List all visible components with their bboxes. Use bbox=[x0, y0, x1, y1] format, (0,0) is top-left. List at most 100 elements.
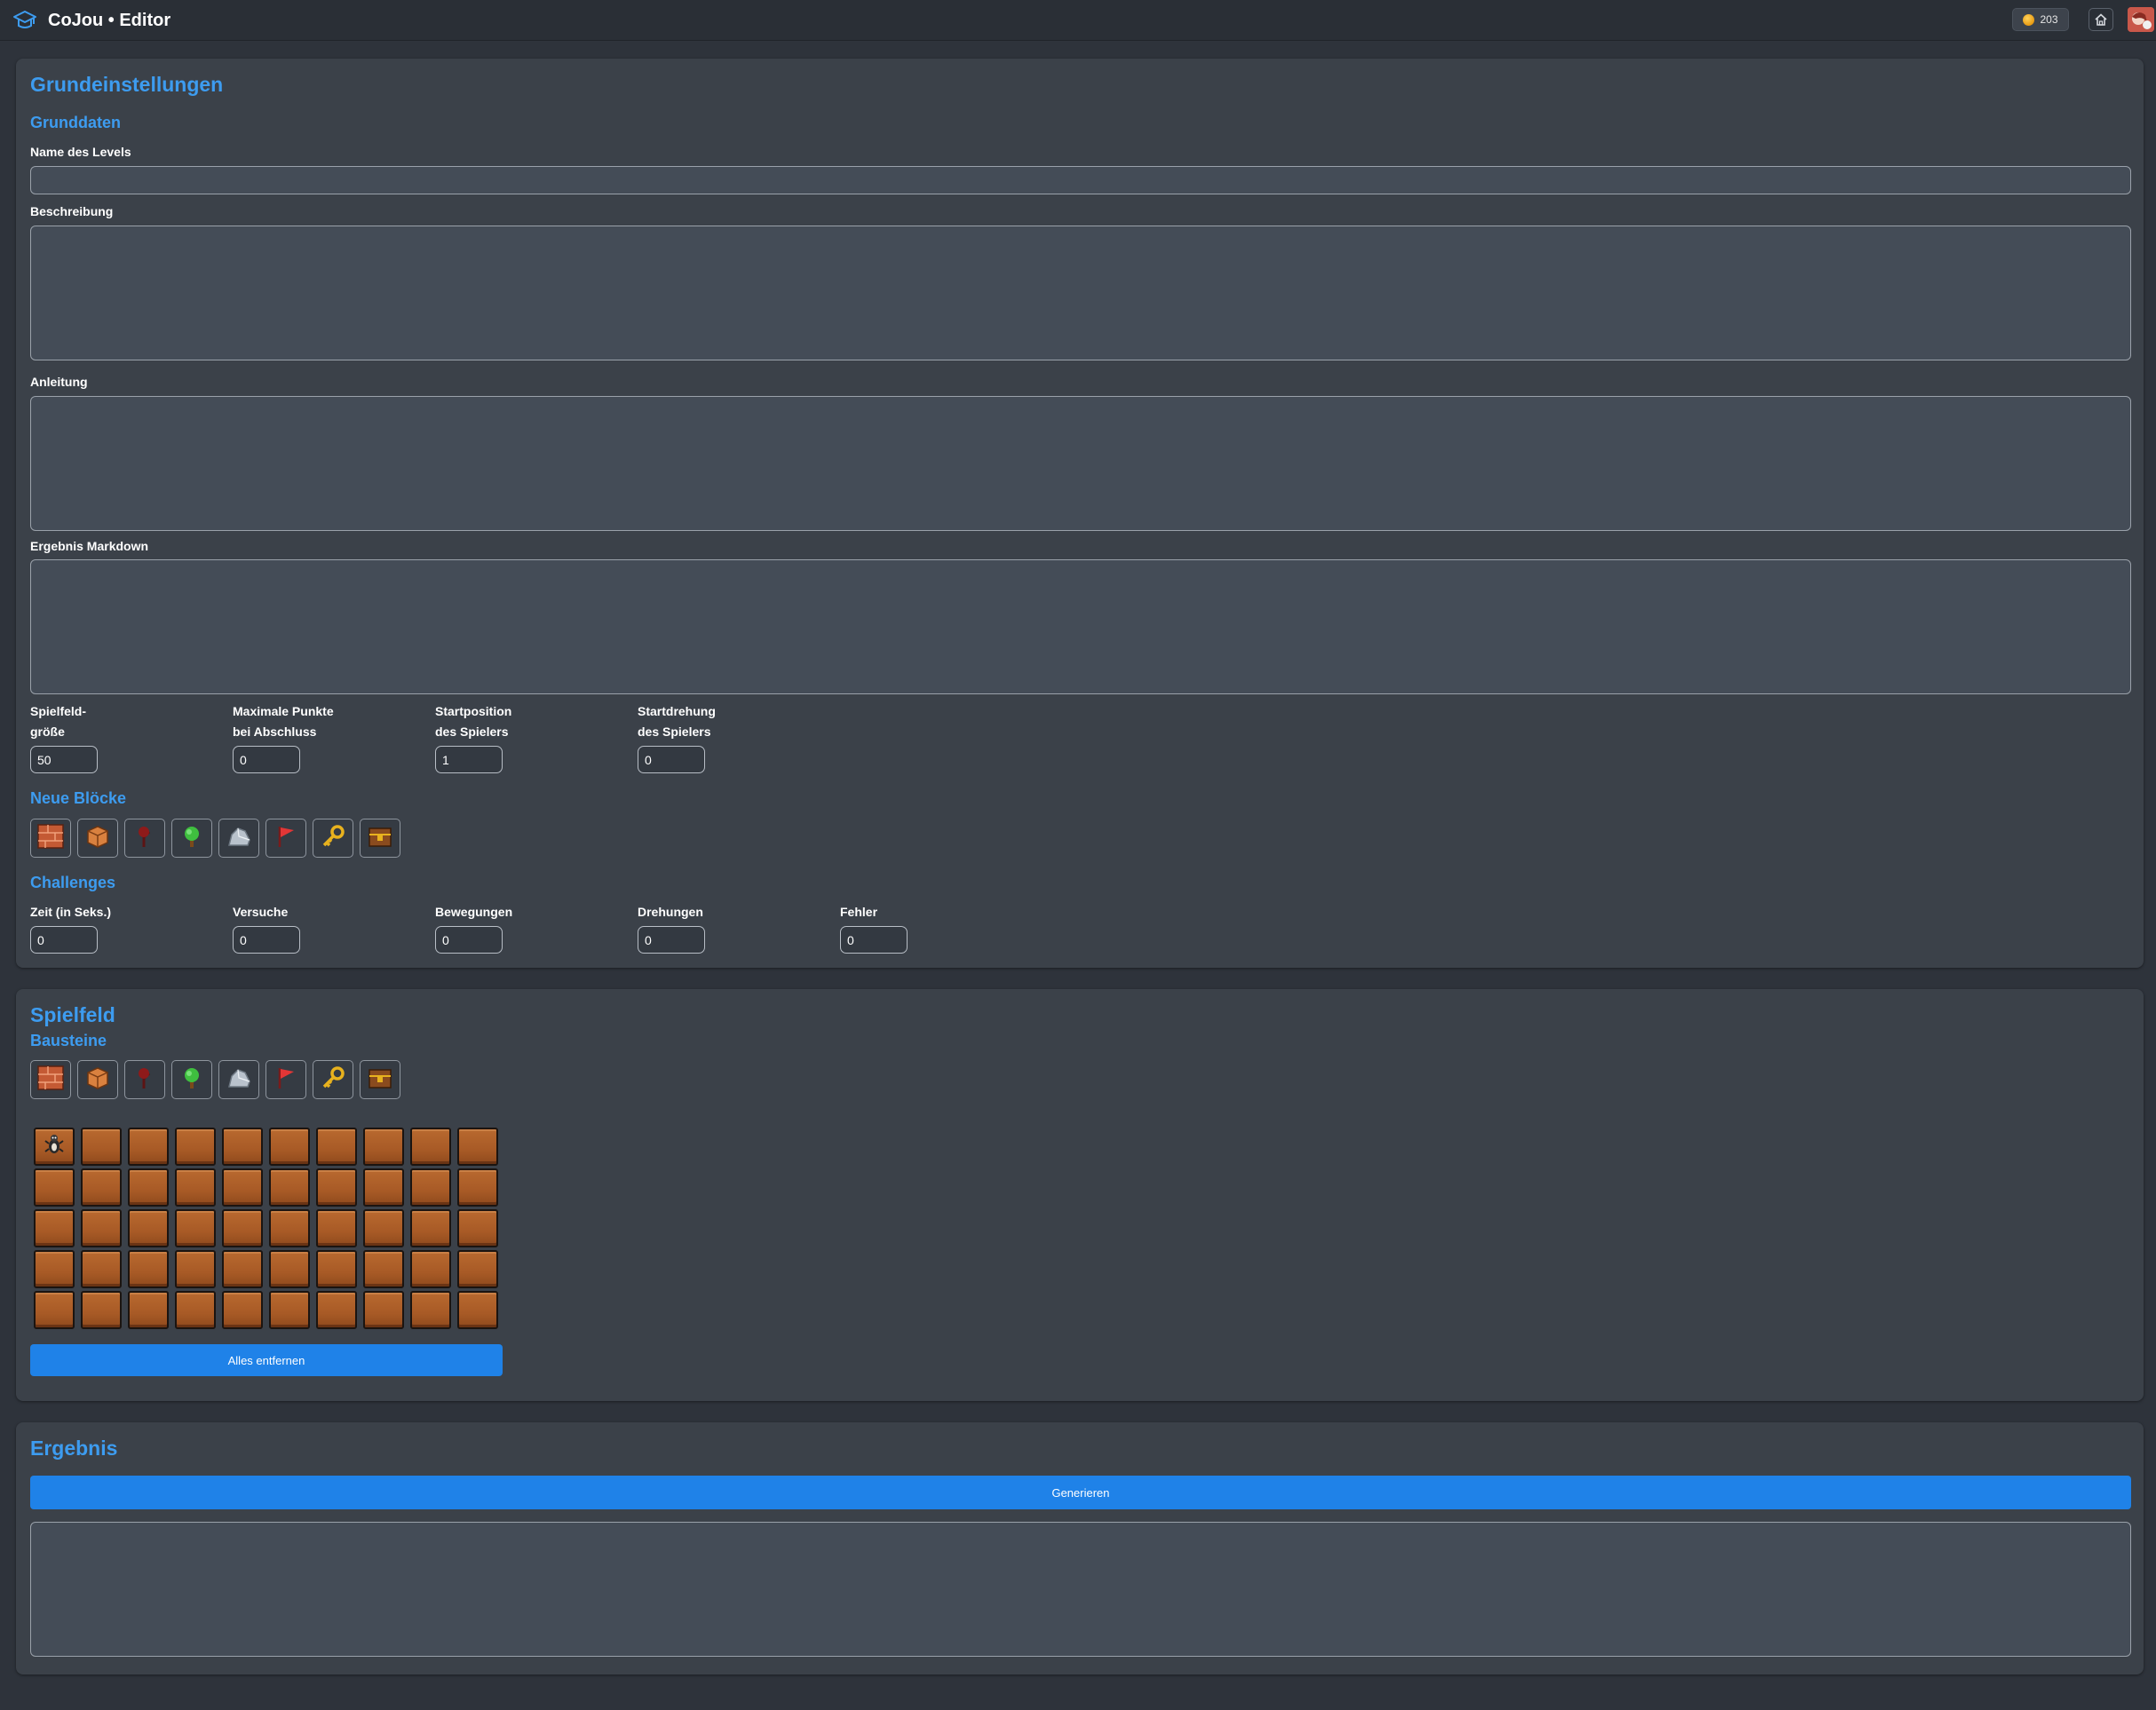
grid-cell[interactable] bbox=[222, 1168, 263, 1207]
result-markdown-textarea[interactable] bbox=[30, 559, 2131, 694]
grid-cell[interactable] bbox=[410, 1168, 451, 1207]
block-flag-button[interactable] bbox=[266, 819, 306, 858]
grid-cell[interactable] bbox=[128, 1168, 169, 1207]
grid-cell[interactable] bbox=[269, 1168, 310, 1207]
graduation-cap-icon[interactable] bbox=[12, 9, 37, 32]
grid-cell[interactable] bbox=[175, 1250, 216, 1288]
block-dead-tree-button[interactable] bbox=[124, 819, 165, 858]
grid-cell[interactable] bbox=[128, 1250, 169, 1288]
start-rotation-label-line2: des Spielers bbox=[638, 724, 711, 739]
level-name-label: Name des Levels bbox=[30, 145, 131, 159]
result-panel: Ergebnis Generieren bbox=[16, 1422, 2144, 1674]
grid-cell[interactable] bbox=[34, 1291, 75, 1329]
grid-cell[interactable] bbox=[457, 1128, 498, 1166]
grid-cell[interactable] bbox=[269, 1291, 310, 1329]
grid-cell[interactable] bbox=[363, 1291, 404, 1329]
rock-icon bbox=[226, 824, 252, 853]
grid-cell[interactable] bbox=[457, 1250, 498, 1288]
grid-cell[interactable] bbox=[222, 1250, 263, 1288]
grid-cell[interactable] bbox=[34, 1168, 75, 1207]
top-bar: CoJou • Editor 203 bbox=[0, 0, 2156, 41]
result-output-textarea[interactable] bbox=[30, 1522, 2131, 1657]
level-name-input[interactable] bbox=[30, 166, 2131, 194]
grid-cell[interactable] bbox=[222, 1128, 263, 1166]
grid-cell[interactable] bbox=[81, 1168, 122, 1207]
block-rock-button[interactable] bbox=[218, 819, 259, 858]
grid-cell[interactable] bbox=[363, 1250, 404, 1288]
grid-cell[interactable] bbox=[457, 1168, 498, 1207]
block-brick-wall-button[interactable] bbox=[30, 1060, 71, 1099]
grid-cell[interactable] bbox=[128, 1209, 169, 1247]
grid-cell[interactable] bbox=[34, 1209, 75, 1247]
grid-cell[interactable] bbox=[316, 1250, 357, 1288]
grid-cell[interactable] bbox=[316, 1291, 357, 1329]
chest-icon bbox=[367, 824, 393, 853]
home-button[interactable] bbox=[2089, 8, 2113, 31]
grid-cell[interactable] bbox=[128, 1128, 169, 1166]
challenge-attempts-label: Versuche bbox=[233, 905, 289, 919]
block-crate-button[interactable] bbox=[77, 819, 118, 858]
grid-cell[interactable] bbox=[410, 1209, 451, 1247]
grid-cell[interactable] bbox=[269, 1250, 310, 1288]
challenge-time-input[interactable] bbox=[30, 926, 98, 954]
grid-cell[interactable] bbox=[363, 1209, 404, 1247]
avatar[interactable] bbox=[2128, 7, 2154, 32]
grid-cell[interactable] bbox=[81, 1291, 122, 1329]
description-textarea[interactable] bbox=[30, 226, 2131, 360]
start-position-input[interactable] bbox=[435, 746, 503, 773]
block-dead-tree-button[interactable] bbox=[124, 1060, 165, 1099]
block-key-button[interactable] bbox=[313, 819, 353, 858]
grid-cell[interactable] bbox=[363, 1128, 404, 1166]
block-chest-button[interactable] bbox=[360, 1060, 400, 1099]
tree-icon bbox=[178, 824, 205, 853]
grid-cell[interactable] bbox=[175, 1209, 216, 1247]
grid-cell[interactable] bbox=[269, 1128, 310, 1166]
coin-balance[interactable]: 203 bbox=[2012, 8, 2069, 31]
grid-cell[interactable] bbox=[316, 1128, 357, 1166]
grid-cell[interactable] bbox=[457, 1209, 498, 1247]
block-key-button[interactable] bbox=[313, 1060, 353, 1099]
grid-cell[interactable] bbox=[222, 1291, 263, 1329]
block-tree-button[interactable] bbox=[171, 819, 212, 858]
grid-cell[interactable] bbox=[316, 1209, 357, 1247]
grid-cell[interactable] bbox=[363, 1168, 404, 1207]
basic-data-title: Grunddaten bbox=[30, 114, 121, 131]
block-tree-button[interactable] bbox=[171, 1060, 212, 1099]
instructions-textarea[interactable] bbox=[30, 396, 2131, 531]
playfield-title: Spielfeld bbox=[30, 1003, 115, 1026]
grid-cell[interactable] bbox=[410, 1291, 451, 1329]
grid-cell[interactable] bbox=[410, 1250, 451, 1288]
grid-cell[interactable] bbox=[269, 1209, 310, 1247]
grid-cell[interactable] bbox=[81, 1209, 122, 1247]
grid-cell[interactable] bbox=[81, 1250, 122, 1288]
building-blocks-palette bbox=[30, 1060, 400, 1099]
generate-button[interactable]: Generieren bbox=[30, 1476, 2131, 1509]
block-crate-button[interactable] bbox=[77, 1060, 118, 1099]
dead-tree-icon bbox=[131, 1065, 158, 1095]
block-rock-button[interactable] bbox=[218, 1060, 259, 1099]
grid-cell[interactable] bbox=[175, 1128, 216, 1166]
grid-cell[interactable] bbox=[175, 1168, 216, 1207]
grid-cell[interactable] bbox=[316, 1168, 357, 1207]
grid-cell[interactable] bbox=[81, 1128, 122, 1166]
max-points-input[interactable] bbox=[233, 746, 300, 773]
grid-cell[interactable] bbox=[34, 1128, 75, 1166]
start-rotation-input[interactable] bbox=[638, 746, 705, 773]
grid-cell[interactable] bbox=[34, 1250, 75, 1288]
block-flag-button[interactable] bbox=[266, 1060, 306, 1099]
max-points-label: Maximale Punkte bei Abschluss bbox=[233, 701, 334, 742]
field-size-input[interactable] bbox=[30, 746, 98, 773]
grid-cell[interactable] bbox=[128, 1291, 169, 1329]
challenge-errors-input[interactable] bbox=[840, 926, 908, 954]
challenge-rotations-input[interactable] bbox=[638, 926, 705, 954]
clear-all-button[interactable]: Alles entfernen bbox=[30, 1344, 503, 1376]
challenge-attempts-input[interactable] bbox=[233, 926, 300, 954]
challenge-moves-input[interactable] bbox=[435, 926, 503, 954]
grid-cell[interactable] bbox=[222, 1209, 263, 1247]
key-icon bbox=[320, 824, 346, 853]
grid-cell[interactable] bbox=[175, 1291, 216, 1329]
block-brick-wall-button[interactable] bbox=[30, 819, 71, 858]
grid-cell[interactable] bbox=[457, 1291, 498, 1329]
grid-cell[interactable] bbox=[410, 1128, 451, 1166]
block-chest-button[interactable] bbox=[360, 819, 400, 858]
